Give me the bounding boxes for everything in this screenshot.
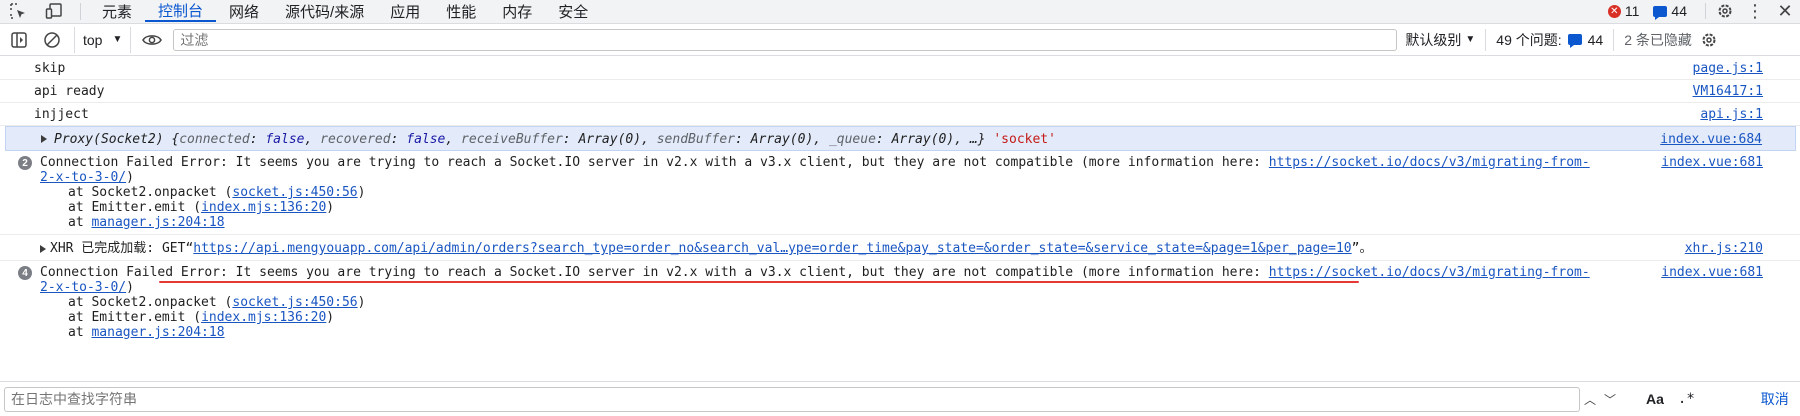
inspect-element-icon[interactable]: [0, 0, 36, 22]
stack-frame: at Socket2.onpacket (socket.js:450:56): [68, 295, 366, 310]
message-icon: [1567, 34, 1582, 48]
live-expression-eye-icon[interactable]: [135, 27, 169, 53]
message-count: 44: [1671, 3, 1687, 19]
source-link[interactable]: xhr.js:210: [1685, 241, 1763, 256]
stack-link[interactable]: manager.js:204:18: [91, 215, 224, 230]
issues-count: 44: [1587, 31, 1604, 48]
expand-triangle-icon[interactable]: [41, 135, 47, 143]
tab-memory[interactable]: 内存: [489, 0, 545, 22]
filter-input[interactable]: [173, 28, 1398, 51]
stack-frame: at Emitter.emit (index.mjs:136:20): [68, 200, 335, 215]
error-doc-link-cont[interactable]: 2-x-to-3-0/: [40, 170, 126, 185]
divider: [80, 3, 81, 20]
next-match-icon[interactable]: ﹀: [1600, 389, 1620, 409]
console-message: injject api.js:1: [0, 103, 1800, 126]
console-messages: skip page.js:1 api ready VM16417:1 injje…: [0, 57, 1800, 380]
console-search-bar: ︿ ﹀ Aa .* 取消: [0, 381, 1800, 416]
source-link[interactable]: VM16417:1: [1693, 84, 1763, 99]
tab-console[interactable]: 控制台: [145, 0, 217, 22]
log-levels-label: 默认级别: [1405, 31, 1462, 48]
console-message: skip page.js:1: [0, 57, 1800, 80]
stack-link[interactable]: index.mjs:136:20: [201, 200, 326, 215]
error-count: 11: [1624, 3, 1640, 19]
expand-triangle-icon[interactable]: [40, 245, 46, 253]
devtools-tab-bar: 元素 控制台 网络 源代码/来源 应用 性能 内存 安全 ✕ 11 44 ⋮ ✕: [0, 0, 1800, 24]
issues-button[interactable]: 49 个问题: 44: [1496, 28, 1615, 51]
proxy-object-preview: Proxy(Socket2) {connected: false, recove…: [54, 132, 1056, 147]
source-link[interactable]: index.vue:684: [1660, 132, 1762, 147]
message-icon: [1653, 5, 1668, 20]
dropdown-triangle-icon: ▼: [112, 34, 123, 45]
previous-match-icon[interactable]: ︿: [1580, 389, 1600, 409]
issues-label: 49 个问题:: [1496, 31, 1562, 48]
tab-elements[interactable]: 元素: [89, 0, 145, 22]
message-text: api ready: [34, 84, 105, 99]
stack-link[interactable]: manager.js:204:18: [91, 325, 224, 340]
repeat-count-badge: 4: [18, 266, 32, 280]
tab-security[interactable]: 安全: [545, 0, 601, 22]
error-doc-link[interactable]: https://socket.io/docs/v3/migrating-from…: [1269, 265, 1590, 280]
console-message-proxy[interactable]: Proxy(Socket2) {connected: false, recove…: [5, 126, 1796, 151]
source-link[interactable]: page.js:1: [1693, 61, 1763, 76]
context-label: top: [83, 31, 103, 48]
stack-link[interactable]: socket.js:450:56: [232, 295, 357, 310]
stack-link[interactable]: socket.js:450:56: [232, 185, 357, 200]
error-doc-link[interactable]: https://socket.io/docs/v3/migrating-from…: [1269, 155, 1590, 170]
log-levels-dropdown[interactable]: 默认级别 ▼: [1405, 28, 1487, 51]
tab-application[interactable]: 应用: [377, 0, 433, 22]
stack-link[interactable]: index.mjs:136:20: [201, 310, 326, 325]
sidebar-toggle-icon[interactable]: [5, 26, 33, 54]
tab-sources[interactable]: 源代码/来源: [272, 0, 377, 22]
search-input[interactable]: [4, 386, 1580, 412]
stack-frame: at Emitter.emit (index.mjs:136:20): [68, 310, 335, 325]
console-xhr-message[interactable]: XHR 已完成加载: GET“https://api.mengyouapp.co…: [0, 235, 1800, 261]
message-text: injject: [34, 107, 89, 122]
close-icon[interactable]: ✕: [1770, 0, 1800, 22]
message-text: skip: [34, 61, 66, 76]
error-icon: ✕: [1607, 4, 1621, 18]
more-menu-icon[interactable]: ⋮: [1740, 0, 1770, 22]
red-underline-annotation: [159, 281, 1359, 283]
cancel-button[interactable]: 取消: [1761, 389, 1789, 409]
xhr-text: XHR 已完成加载: GET“https://api.mengyouapp.co…: [50, 241, 1373, 256]
error-text: Connection Failed Error: It seems you ar…: [40, 155, 1590, 170]
console-error-message: 4 Connection Failed Error: It seems you …: [0, 261, 1800, 344]
stack-frame: at Socket2.onpacket (socket.js:450:56): [68, 185, 366, 200]
dropdown-triangle-icon: ▼: [1465, 34, 1476, 45]
divider: [1705, 3, 1706, 19]
xhr-url-link[interactable]: https://api.mengyouapp.com/api/admin/ord…: [193, 241, 1351, 256]
hidden-messages-label: 2 条已隐藏: [1624, 31, 1692, 48]
console-settings-gear-icon[interactable]: [1698, 29, 1720, 51]
source-link[interactable]: index.vue:681: [1661, 155, 1763, 170]
match-case-button[interactable]: Aa: [1646, 391, 1664, 407]
repeat-count-badge: 2: [18, 156, 32, 170]
tabbar-status: ✕ 11 44 ⋮ ✕: [1607, 0, 1800, 22]
regex-button[interactable]: .*: [1678, 391, 1695, 407]
source-link[interactable]: index.vue:681: [1661, 265, 1763, 280]
tab-performance[interactable]: 性能: [433, 0, 489, 22]
clear-console-icon[interactable]: [38, 26, 66, 54]
context-selector[interactable]: top ▼: [74, 26, 132, 53]
console-toolbar: top ▼ 默认级别 ▼ 49 个问题: 44 2 条已隐藏: [0, 24, 1800, 56]
message-count-badge[interactable]: 44: [1653, 3, 1687, 20]
settings-gear-icon[interactable]: [1710, 0, 1740, 22]
error-doc-link-cont[interactable]: 2-x-to-3-0/: [40, 280, 126, 295]
stack-frame: at manager.js:204:18: [68, 325, 225, 340]
device-toolbar-icon[interactable]: [36, 0, 72, 22]
source-link[interactable]: api.js:1: [1700, 107, 1763, 122]
error-count-badge[interactable]: ✕ 11: [1607, 3, 1640, 19]
console-error-message: 2 Connection Failed Error: It seems you …: [0, 151, 1800, 235]
stack-frame: at manager.js:204:18: [68, 215, 225, 230]
tab-network[interactable]: 网络: [216, 0, 272, 22]
console-message: api ready VM16417:1: [0, 80, 1800, 103]
error-text: Connection Failed Error: It seems you ar…: [40, 265, 1590, 280]
error-text-wrap: 2-x-to-3-0/): [40, 170, 134, 185]
